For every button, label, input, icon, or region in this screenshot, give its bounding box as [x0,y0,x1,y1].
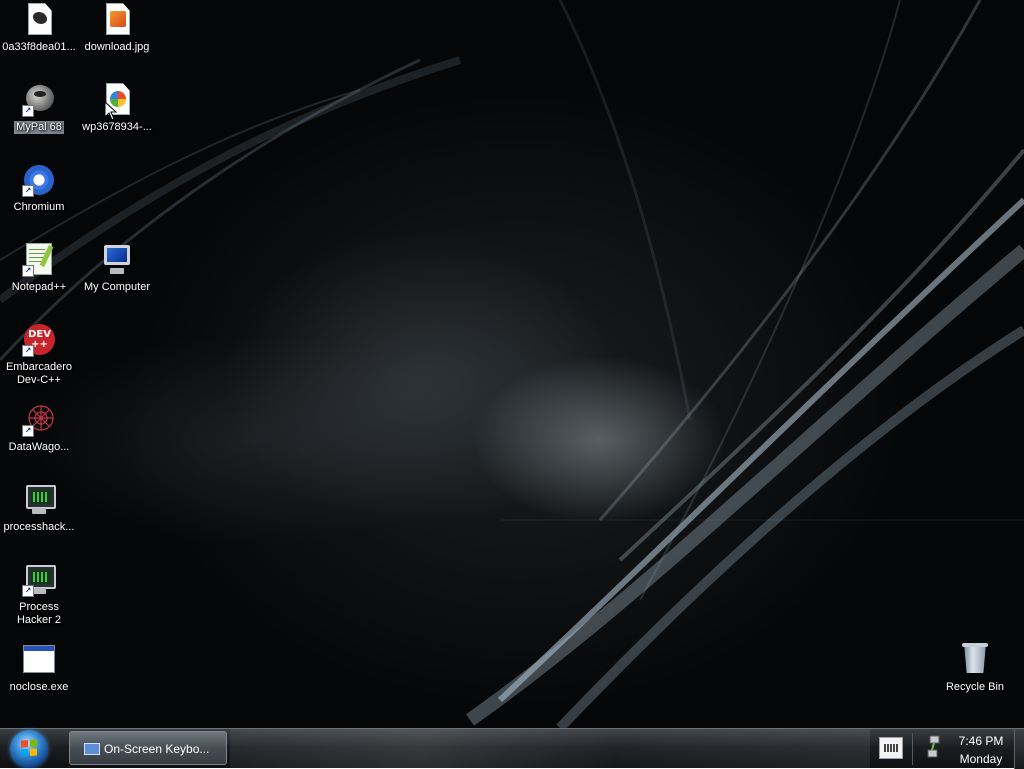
image-file-icon [22,3,56,37]
recycle-bin-icon [958,643,992,677]
desktop-icon-devcpp[interactable]: DEV ++ ↗ Embarcadero Dev-C++ [0,323,78,388]
desktop-icon-label: Chromium [13,201,65,213]
desktop-icon-my-computer[interactable]: My Computer [78,243,156,295]
shortcut-arrow-icon: ↗ [22,265,34,277]
desktop-icon-notepadpp[interactable]: ↗ Notepad++ [0,243,78,295]
desktop-icon-label: Embarcadero Dev-C++ [5,361,73,386]
desktop-icon-processhack[interactable]: processhack... [0,483,78,535]
desktop-icon-label: Process Hacker 2 [16,601,62,626]
system-clock[interactable]: 7:46 PM Monday [950,732,1012,768]
jpg-file-icon [100,3,134,37]
desktop-icon-mypal[interactable]: ↗ MyPal 68 [0,83,78,135]
desktop-icon-label: Recycle Bin [945,681,1005,693]
desktop-icon-download-jpg[interactable]: download.jpg [78,3,156,55]
on-screen-keyboard-icon[interactable] [879,737,903,759]
taskbar-button-on-screen-keyboard[interactable]: On-Screen Keybo... [69,731,227,765]
desktop[interactable]: 0a33f8dea01... ↗ MyPal 68 ↗ Chromium ↗ N… [0,0,1024,728]
desktop-icon-label: MyPal 68 [14,121,64,134]
shortcut-arrow-icon: ↗ [22,425,34,437]
desktop-icon-label: 0a33f8dea01... [2,41,76,53]
taskbar-texture [230,729,870,769]
shortcut-arrow-icon: ↗ [22,105,34,117]
mouse-pointer-icon [104,101,118,121]
keyboard-icon [84,743,100,755]
exe-window-icon [22,643,56,677]
datawagon-icon: ↗ [22,403,56,437]
desktop-icon-label: processhack... [3,521,75,533]
show-desktop-button[interactable] [1014,729,1024,769]
desktop-icon-datawagon[interactable]: ↗ DataWago... [0,403,78,455]
shortcut-arrow-icon: ↗ [22,185,34,197]
desktop-icon-label: DataWago... [8,441,70,453]
desktop-icon-0a33f8dea01[interactable]: 0a33f8dea01... [0,3,78,55]
tray-separator [912,733,913,765]
clock-day: Monday [959,752,1003,766]
shortcut-arrow-icon: ↗ [22,585,34,597]
desktop-icon-label: Notepad++ [11,281,67,293]
notepadpp-icon: ↗ [22,243,56,277]
process-hacker-icon [22,483,56,517]
shortcut-arrow-icon: ↗ [22,345,34,357]
chromium-icon: ↗ [22,163,56,197]
taskbar: On-Screen Keybo... 7:46 PM Monday [0,728,1024,769]
desktop-icon-label: wp3678934-... [82,121,152,133]
taskbar-button-label: On-Screen Keybo... [104,742,210,756]
desktop-icon-process-hacker-2[interactable]: ↗ Process Hacker 2 [0,563,78,628]
windows-start-orb-icon[interactable] [10,730,48,768]
clock-time: 7:46 PM [958,734,1004,748]
mypal-browser-icon: ↗ [22,83,56,117]
desktop-icon-label: download.jpg [84,41,150,53]
desktop-icon-label: My Computer [83,281,151,293]
windows-flag-icon [21,739,37,757]
desktop-icon-chromium[interactable]: ↗ Chromium [0,163,78,215]
desktop-icon-recycle-bin[interactable]: Recycle Bin [936,643,1014,695]
computer-icon [100,243,134,277]
desktop-icon-label: noclose.exe [9,681,69,693]
network-icon[interactable] [926,733,944,763]
process-hacker-icon: ↗ [22,563,56,597]
desktop-icon-noclose[interactable]: noclose.exe [0,643,78,695]
devcpp-icon: DEV ++ ↗ [22,323,56,357]
